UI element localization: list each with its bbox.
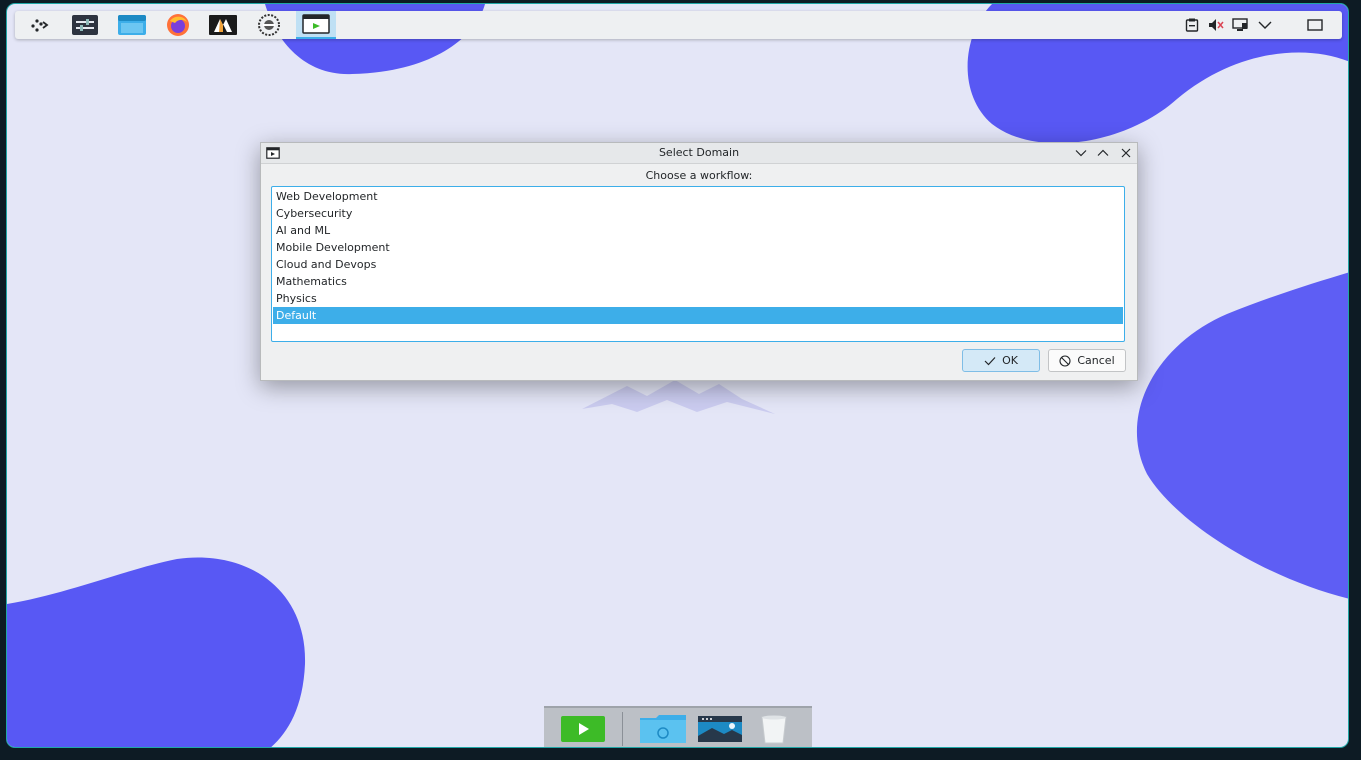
show-desktop-button[interactable] <box>1304 11 1326 39</box>
close-button[interactable] <box>1118 145 1134 161</box>
tray-network[interactable] <box>1229 11 1251 39</box>
bottom-dock <box>544 706 812 747</box>
volume-muted-icon <box>1209 19 1224 31</box>
folder-sync-icon <box>640 715 686 743</box>
app-launcher-button[interactable] <box>19 11 59 39</box>
media-window-icon <box>302 14 330 34</box>
taskbar-media-window[interactable] <box>296 11 336 39</box>
taskbar-file-manager[interactable] <box>112 11 152 39</box>
list-item-selected[interactable]: Default <box>273 307 1123 324</box>
chevron-down-icon <box>1075 150 1087 157</box>
show-desktop-icon <box>1307 19 1323 31</box>
list-item[interactable]: Physics <box>273 290 1123 307</box>
cancel-label: Cancel <box>1077 354 1115 367</box>
list-item[interactable]: Cybersecurity <box>273 205 1123 222</box>
ok-label: OK <box>1002 354 1018 367</box>
list-item[interactable]: Web Development <box>273 188 1123 205</box>
trash-icon <box>761 715 787 744</box>
dialog-prompt: Choose a workflow: <box>645 169 753 182</box>
list-item[interactable]: Mathematics <box>273 273 1123 290</box>
chevron-up-icon <box>1097 149 1109 156</box>
image-viewer-icon <box>698 716 742 742</box>
taskbar-app[interactable] <box>249 11 289 39</box>
firefox-icon <box>167 14 189 36</box>
taskbar-settings[interactable] <box>65 11 105 39</box>
dock-media-player[interactable] <box>561 714 605 744</box>
chevron-down-icon <box>1258 21 1272 29</box>
select-domain-dialog: Select Domain Choose a workflow: Web Dev… <box>260 142 1138 381</box>
clipboard-icon <box>1185 18 1199 32</box>
desktop: Select Domain Choose a workflow: Web Dev… <box>6 3 1349 748</box>
dock-image-viewer[interactable] <box>698 714 742 744</box>
network-icon <box>1232 18 1248 31</box>
cancel-icon <box>1059 354 1071 367</box>
terminal-icon <box>209 15 237 35</box>
tray-expand[interactable] <box>1254 11 1276 39</box>
tray-volume[interactable] <box>1205 11 1227 39</box>
dock-separator <box>622 712 623 746</box>
blob-bottom-left <box>7 557 306 747</box>
list-item[interactable]: Cloud and Devops <box>273 256 1123 273</box>
play-icon <box>561 716 605 742</box>
dock-trash[interactable] <box>758 714 790 744</box>
top-panel <box>15 11 1342 39</box>
blob-right <box>1137 272 1348 599</box>
tray-clipboard[interactable] <box>1181 11 1203 39</box>
minimize-button[interactable] <box>1073 145 1089 161</box>
check-icon <box>984 356 996 365</box>
app-icon <box>258 14 280 36</box>
dialog-titlebar[interactable]: Select Domain <box>261 143 1137 164</box>
list-item[interactable]: AI and ML <box>273 222 1123 239</box>
app-launcher-icon <box>31 19 49 32</box>
wallpaper-logo <box>582 380 775 414</box>
close-icon <box>1121 148 1131 158</box>
workflow-list[interactable]: Web Development Cybersecurity AI and ML … <box>271 186 1125 342</box>
cancel-button[interactable]: Cancel <box>1048 349 1126 372</box>
settings-icon <box>72 15 98 35</box>
ok-button[interactable]: OK <box>962 349 1040 372</box>
dock-folder-sync[interactable] <box>640 714 686 744</box>
taskbar-terminal[interactable] <box>203 11 243 39</box>
dialog-title: Select Domain <box>658 146 740 159</box>
list-item[interactable]: Mobile Development <box>273 239 1123 256</box>
maximize-button[interactable] <box>1095 145 1111 161</box>
file-manager-icon <box>118 15 146 35</box>
taskbar-firefox[interactable] <box>158 11 198 39</box>
